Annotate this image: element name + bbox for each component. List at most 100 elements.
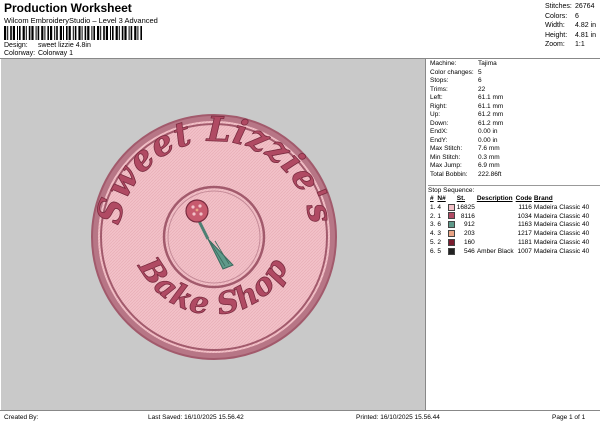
info-value: 5 xyxy=(478,68,482,76)
page-number: Page 1 of 1 xyxy=(552,414,586,421)
info-label: Stops: xyxy=(430,77,449,84)
stat-height: Height: 4.81 in xyxy=(545,31,597,39)
cell-n: 5 xyxy=(437,247,442,255)
cell-brand: Madeira Classic 40 xyxy=(533,212,590,220)
cell-desc xyxy=(477,204,516,213)
stats-panel: Stitches: 26764 Colors: 6 Width: 4.82 in He… xyxy=(545,2,596,50)
cell-n: 2 xyxy=(437,238,442,246)
info-row: Down: 61.2 mm xyxy=(430,120,503,129)
cell-n: 4 xyxy=(437,203,442,211)
stat-width: Width: 4.82 in xyxy=(545,22,597,30)
design-label: Design: xyxy=(4,42,28,49)
cell-code: 1007 xyxy=(517,247,532,255)
info-value: 0.00 in xyxy=(478,136,498,144)
cell-brand: Madeira Classic 40 xyxy=(533,221,590,229)
design-row: Design: sweet lizzie 4.8in xyxy=(4,42,91,49)
cell-code: 1217 xyxy=(517,230,532,238)
info-row: EndX: 0.00 in xyxy=(430,128,503,137)
cell-code: 1116 xyxy=(518,203,532,211)
table-row: 6. 5 546 Amber Black 1007 Madeira Classic 40 xyxy=(430,247,591,257)
color-swatch xyxy=(447,238,455,246)
info-label: EndY: xyxy=(430,136,448,144)
info-label: Max Stitch: xyxy=(430,145,463,152)
color-swatch xyxy=(447,203,455,211)
info-value: 6 xyxy=(478,77,482,84)
colorway-row: Colorway: Colorway 1 xyxy=(4,50,73,57)
info-value: 6.9 mm xyxy=(478,162,500,169)
cell-st: 546 xyxy=(463,247,475,255)
stat-stitches: Stitches: 26764 xyxy=(545,3,595,10)
info-label: Trims: xyxy=(430,85,448,93)
printed-date: Printed: 16/10/2025 15.56.44 xyxy=(356,414,440,421)
info-row: Max Jump: 6.9 mm xyxy=(430,162,503,171)
cell-num: 3. xyxy=(430,221,436,229)
info-row: Right: 61.1 mm xyxy=(430,103,503,112)
design-value: sweet lizzie 4.8in xyxy=(37,42,91,49)
info-label: Total Bobbin: xyxy=(430,170,468,178)
info-row: Stops: 6 xyxy=(430,77,503,86)
info-label: Machine: xyxy=(430,60,457,67)
cell-num: 4. xyxy=(430,230,436,238)
cell-desc xyxy=(477,230,516,239)
colorway-value: Colorway 1 xyxy=(37,50,73,57)
cell-st: 912 xyxy=(463,221,475,229)
cell-st: 160 xyxy=(463,238,475,246)
info-value: 222.86ft xyxy=(478,170,502,178)
info-label: Left: xyxy=(430,94,443,101)
cell-num: 5. xyxy=(430,238,436,246)
color-swatch xyxy=(447,247,455,255)
barcode xyxy=(4,26,142,40)
info-value: 22 xyxy=(478,85,486,93)
color-swatch xyxy=(447,212,455,220)
cell-n: 3 xyxy=(437,230,442,238)
cell-desc xyxy=(477,212,516,221)
created-by: Created By: xyxy=(4,414,39,421)
cell-brand: Madeira Classic 40 xyxy=(533,203,590,211)
cell-num: 6. xyxy=(430,247,436,255)
cell-code: 1034 xyxy=(517,212,532,220)
stop-sequence-title: Stop Sequence: xyxy=(428,185,600,195)
cell-n: 6 xyxy=(437,221,442,229)
page-title: Production Worksheet xyxy=(4,1,132,15)
info-value: 61.1 mm xyxy=(478,94,504,101)
cell-n: 1 xyxy=(437,212,442,220)
table-row: 1. 4 16825 1116 Madeira Classic 40 xyxy=(430,203,591,213)
info-row: Total Bobbin: 222.86ft xyxy=(430,171,503,180)
info-label: EndX: xyxy=(430,128,448,135)
info-label: Right: xyxy=(430,102,447,110)
info-value: 61.2 mm xyxy=(478,119,504,127)
info-row: Trims: 22 xyxy=(430,86,503,95)
info-row: Color changes: 5 xyxy=(430,69,503,78)
info-row: Up: 61.2 mm xyxy=(430,111,503,120)
design-canvas: Sweet Lizzie's Bake Shop xyxy=(1,59,426,410)
info-value: 61.2 mm xyxy=(478,111,504,118)
info-row: EndY: 0.00 in xyxy=(430,137,503,146)
cell-brand: Madeira Classic 40 xyxy=(533,247,590,255)
info-value: Tajima xyxy=(478,60,497,67)
info-label: Down: xyxy=(430,119,449,127)
last-saved: Last Saved: 16/10/2025 15.56.42 xyxy=(148,414,244,421)
info-row: Machine: Tajima xyxy=(430,60,503,69)
info-value: 0.3 mm xyxy=(478,153,500,161)
table-row: 3. 6 912 1163 Madeira Classic 40 xyxy=(430,221,591,230)
info-value: 61.1 mm xyxy=(478,102,504,110)
info-row: Left: 61.1 mm xyxy=(430,94,503,103)
software-name: Wilcom EmbroideryStudio – Level 3 Advanc… xyxy=(4,16,158,25)
cell-num: 2. xyxy=(430,212,436,220)
cell-st: 203 xyxy=(463,230,475,238)
colorway-label: Colorway: xyxy=(4,50,36,57)
info-label: Max Jump: xyxy=(430,162,462,169)
cell-num: 1. xyxy=(430,203,436,211)
stop-sequence-table: # N# St. Description Code Brand 1. 4 16825… xyxy=(430,195,591,257)
cell-st: 16825 xyxy=(456,203,475,211)
stat-zoom: Zoom: 1:1 xyxy=(545,41,585,49)
cell-desc: Amber Black xyxy=(476,247,514,255)
machine-info-panel: Machine: Tajima Color changes: 5 Stops: 6 Trim… xyxy=(430,60,503,179)
cell-code: 1163 xyxy=(517,221,532,229)
info-label: Color changes: xyxy=(430,68,474,76)
cell-code: 1181 xyxy=(517,238,532,246)
info-row: Min Stitch: 0.3 mm xyxy=(430,154,503,163)
table-row: 5. 2 160 1181 Madeira Classic 40 xyxy=(430,238,591,248)
embroidery-design: Sweet Lizzie's Bake Shop xyxy=(88,109,340,360)
info-value: 0.00 in xyxy=(478,128,498,135)
